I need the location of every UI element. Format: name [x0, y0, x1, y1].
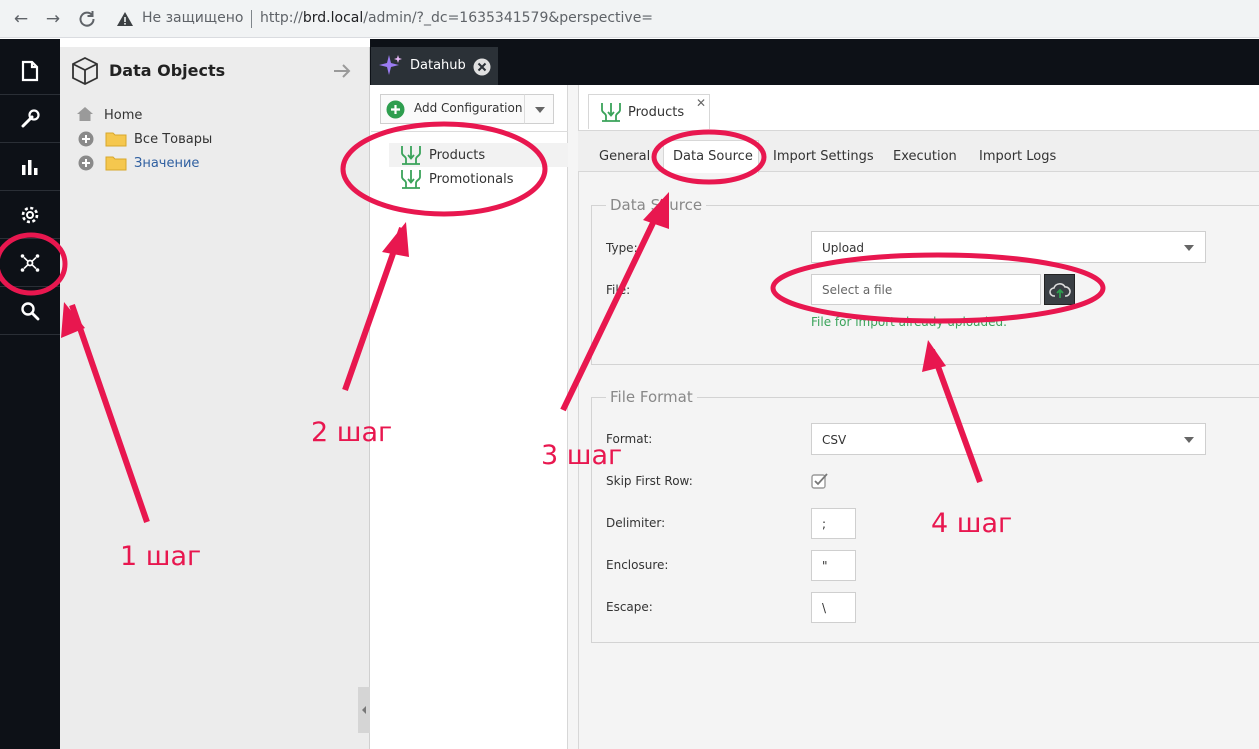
enclosure-label: Enclosure:: [606, 558, 669, 572]
cloud-upload-icon: [1049, 280, 1071, 304]
browser-toolbar: ← → Не защищено http://brd.local/admin/?…: [0, 0, 1259, 38]
subtab-general[interactable]: General: [599, 149, 650, 164]
chevron-down-icon: [1184, 437, 1194, 443]
divider: [371, 131, 568, 132]
close-icon[interactable]: ✕: [696, 96, 706, 110]
panel-splitter[interactable]: [358, 687, 370, 733]
file-uploaded-hint: File for import already uploaded.: [811, 315, 1007, 329]
tree-item-value[interactable]: Значение: [134, 156, 199, 171]
file-label: File:: [606, 283, 631, 297]
annotation-step4: 4 шаг: [931, 508, 1013, 539]
data-objects-panel: Data Objects Home Все Товары Значение: [60, 47, 370, 749]
add-icon: [386, 100, 405, 123]
settings-icon[interactable]: [0, 191, 60, 239]
type-select-value: Upload: [822, 241, 865, 255]
file-input-placeholder: Select a file: [822, 283, 893, 297]
documents-icon[interactable]: [0, 47, 60, 95]
tab-strip: [370, 39, 1259, 85]
config-item-products-label: Products: [429, 148, 486, 163]
skip-first-row-label: Skip First Row:: [606, 474, 693, 488]
expand-plus-icon[interactable]: [78, 131, 94, 151]
import-config-icon: [400, 145, 422, 169]
datahub-sparkle-icon: [379, 54, 403, 82]
cube-icon: [71, 56, 99, 90]
upload-button[interactable]: [1044, 274, 1075, 305]
tab-datahub-label: Datahub: [410, 58, 466, 73]
chevron-down-icon: [535, 107, 545, 113]
type-label: Type:: [606, 241, 638, 255]
format-select-value: CSV: [822, 433, 847, 447]
subtab-import-logs[interactable]: Import Logs: [979, 149, 1056, 164]
import-config-icon: [400, 169, 422, 193]
tree-item-all-products[interactable]: Все Товары: [134, 132, 212, 147]
chart-icon[interactable]: [0, 143, 60, 191]
type-select[interactable]: Upload: [811, 231, 1206, 263]
folder-icon: [105, 131, 127, 151]
annotation-step3: 3 шаг: [541, 440, 623, 471]
add-configuration-label: Add Configuration: [414, 101, 523, 115]
enclosure-input[interactable]: ": [811, 550, 856, 581]
configuration-panel: Add Configuration Products Promotionals: [371, 85, 568, 749]
folder-icon: [105, 155, 127, 175]
url-divider: [251, 10, 252, 28]
address-bar[interactable]: http://brd.local/admin/?_dc=1635341579&p…: [260, 10, 653, 26]
back-icon[interactable]: ←: [10, 8, 32, 30]
format-select[interactable]: CSV: [811, 423, 1206, 455]
expand-plus-icon[interactable]: [78, 155, 94, 175]
escape-label: Escape:: [606, 600, 653, 614]
security-label[interactable]: Не защищено: [142, 10, 243, 26]
panel-title: Data Objects: [109, 61, 226, 80]
tools-icon[interactable]: [0, 95, 60, 143]
config-item-promotionals-label: Promotionals: [429, 172, 514, 187]
import-config-icon: [600, 102, 622, 126]
search-icon[interactable]: [0, 287, 60, 335]
escape-value: \: [822, 601, 827, 615]
skip-first-row-checkbox[interactable]: [811, 473, 828, 489]
chevron-down-icon: [1184, 245, 1194, 251]
warning-icon[interactable]: [116, 10, 134, 28]
url-path: /admin/?_dc=1635341579&perspective=: [363, 10, 654, 26]
collapse-arrow-icon[interactable]: [332, 61, 352, 85]
reload-icon[interactable]: [76, 8, 98, 30]
delimiter-label: Delimiter:: [606, 516, 666, 530]
annotation-step2: 2 шаг: [311, 417, 393, 448]
main-toolbar: [0, 39, 60, 749]
datahub-icon[interactable]: [0, 239, 60, 287]
tab-products[interactable]: Products ✕: [588, 94, 710, 129]
escape-input[interactable]: \: [811, 592, 856, 623]
tree-item-home[interactable]: Home: [104, 108, 142, 123]
tab-datahub[interactable]: Datahub: [371, 47, 498, 85]
file-input[interactable]: Select a file: [811, 274, 1041, 305]
home-icon: [76, 106, 94, 126]
subtab-data-source-label: Data Source: [673, 149, 753, 164]
url-host: brd.local: [302, 10, 364, 26]
annotation-step1: 1 шаг: [120, 541, 202, 572]
forward-icon[interactable]: →: [42, 8, 64, 30]
file-format-legend: File Format: [606, 388, 697, 406]
delimiter-input[interactable]: ;: [811, 508, 856, 539]
subtab-import-settings[interactable]: Import Settings: [773, 149, 874, 164]
tab-products-label: Products: [628, 105, 685, 120]
enclosure-value: ": [822, 559, 828, 573]
close-tab-icon[interactable]: [473, 58, 491, 80]
delimiter-value: ;: [822, 517, 827, 531]
data-source-legend: Data Source: [606, 196, 707, 214]
subtab-execution[interactable]: Execution: [893, 149, 957, 164]
add-configuration-dropdown[interactable]: [524, 94, 554, 124]
